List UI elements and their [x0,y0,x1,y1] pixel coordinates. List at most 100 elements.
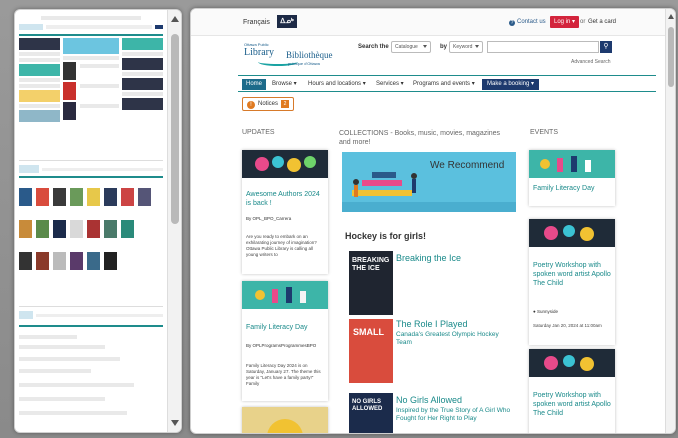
event-card[interactable]: Family Literacy Day [529,150,615,206]
update-card-image [242,281,328,309]
nav-programs-events[interactable]: Programs and events ▾ [413,79,475,90]
notices-label: Notices [258,101,279,107]
alert-icon: ! [247,101,255,109]
update-author: By OPLProgramsProgrammesBPO [246,343,317,348]
update-excerpt: Are you ready to embark on an exhilarati… [246,234,317,257]
scroll-thumb[interactable] [668,27,674,87]
nav-home[interactable]: Home [242,79,267,90]
update-card[interactable]: Awesome Authors 2024 is back ! By OPL_BP… [242,150,328,274]
thumb-header [19,22,163,32]
thumb-topbar [40,16,142,20]
updates-heading: UPDATES [242,129,275,136]
book-title[interactable]: The Role I Played [396,319,468,329]
thumb-books-row-2 [19,220,163,238]
scroll-up-icon[interactable] [668,14,674,19]
thumb-form-line [19,397,106,401]
book-cover[interactable]: BREAKING THE ICE [349,251,393,315]
we-recommend-banner[interactable]: We Recommend [342,152,516,212]
location-pin-icon: ● [533,309,536,314]
we-recommend-label: We Recommend [430,160,505,171]
event-location-label: Sunnyside [536,309,558,314]
utility-bar: Français ᐃᓄᒃ ? Contact us Log in ▾ or Get… [191,9,667,36]
update-card[interactable]: Family Literacy Day By OPLProgramsProgra… [242,281,328,401]
update-title[interactable]: Family Literacy Day [246,323,326,332]
nav-hours-locations[interactable]: Hours and locations ▾ [308,79,366,90]
book-title[interactable]: No Girls Allowed [396,395,462,405]
logo-text-bibliotheque: Bibliothèque [286,50,333,60]
family-literacy-event-graphic [540,156,591,172]
logo-text-publique: publique d'Ottawa [288,61,320,66]
contact-label: Contact us [517,19,546,25]
language-link-french[interactable]: Français [243,19,270,26]
search-type-value: Keyword [453,44,473,50]
login-button[interactable]: Log in ▾ [550,16,580,28]
thumb-form-line [19,357,120,361]
update-card-image [242,150,328,178]
notices-count: 2 [281,100,290,108]
thumbnail-page-2[interactable] [19,160,163,270]
family-literacy-graphic [255,287,306,303]
login-label: Log in [554,19,571,25]
event-location: ● Sunnyside [533,309,558,314]
search-type-select[interactable]: Keyword [449,41,483,53]
book-cover-text: BREAKING THE ICE [352,257,390,272]
main-page-window[interactable]: Français ᐃᓄᒃ ? Contact us Log in ▾ or Get… [190,8,676,434]
search-button[interactable]: ⚲ [600,41,612,53]
advanced-search-link[interactable]: Advanced Search [571,59,610,65]
thumb-books-row-1 [19,188,163,206]
contact-link[interactable]: ? Contact us [509,19,546,26]
book-cover-text: NO GIRLS ALLOWED [352,399,383,412]
events-heading: EVENTS [530,129,559,136]
thumb-nav-3 [19,325,163,327]
book-cover[interactable]: NO GIRLS ALLOWED [349,393,393,433]
event-title[interactable]: Poetry Workshop with spoken word artist … [533,261,613,288]
book-title[interactable]: Breaking the Ice [396,253,461,263]
library-logo[interactable]: Ottawa Public Library Bibliothèque publi… [244,42,333,72]
event-title[interactable]: Poetry Workshop with spoken word artist … [533,391,613,418]
update-title[interactable]: Awesome Authors 2024 is back ! [246,190,326,208]
event-card[interactable]: Poetry Workshop with spoken word artist … [529,219,615,345]
collections-heading-line2: and more! [339,139,371,146]
chevron-down-icon [423,45,427,48]
main-navigation: Home Browse ▾ Hours and locations ▾ Serv… [238,75,656,92]
update-card-partial[interactable] [242,407,328,433]
search-icon: ⚲ [603,43,609,50]
thumbnail-page-1[interactable] [19,14,163,122]
event-card-image [529,349,615,377]
thumb-books-row-3 [19,252,163,270]
collection-heading: Hockey is for girls! [345,231,427,241]
search-label: Search the [358,44,389,50]
notices-button[interactable]: ! Notices 2 [242,97,295,111]
book-subtitle: Inspired by the True Story of A Girl Who… [396,407,511,422]
event-card-image [529,219,615,247]
or-text: or [580,19,586,25]
by-label: by [440,44,448,50]
thumb-nav-2 [19,176,163,178]
book-cover[interactable]: SMALL [349,319,393,383]
collections-heading: COLLECTIONS - Books, music, movies, maga… [339,129,521,147]
thumb-form-line [19,411,127,415]
thumb-columns [19,38,163,122]
thumb-form-line [19,345,106,349]
event-title[interactable]: Family Literacy Day [533,184,613,193]
get-card-link[interactable]: Get a card [588,19,616,25]
awesome-authors-graphic [255,156,316,172]
language-link-inuktitut[interactable]: ᐃᓄᒃ [277,15,297,28]
thumbnail-pane[interactable] [14,9,182,433]
poetry-workshop-graphic [544,355,594,371]
search-input[interactable] [487,41,599,53]
scroll-up-icon[interactable] [171,16,179,22]
scroll-down-icon[interactable] [171,420,179,426]
book-cover-text: SMALL [353,327,384,337]
thumbnail-scrollbar[interactable] [167,10,181,432]
event-card[interactable]: Poetry Workshop with spoken word artist … [529,349,615,433]
thumbnail-page-3[interactable] [19,306,163,417]
scroll-thumb[interactable] [171,34,179,224]
search-scope-select[interactable]: Catalogue [391,41,431,53]
update-card-image [267,419,303,433]
nav-services[interactable]: Services ▾ [376,79,404,90]
nav-make-booking[interactable]: Make a booking ▾ [482,79,540,90]
main-scrollbar[interactable] [665,9,675,433]
nav-browse[interactable]: Browse ▾ [272,79,297,90]
event-card-image [529,150,615,178]
